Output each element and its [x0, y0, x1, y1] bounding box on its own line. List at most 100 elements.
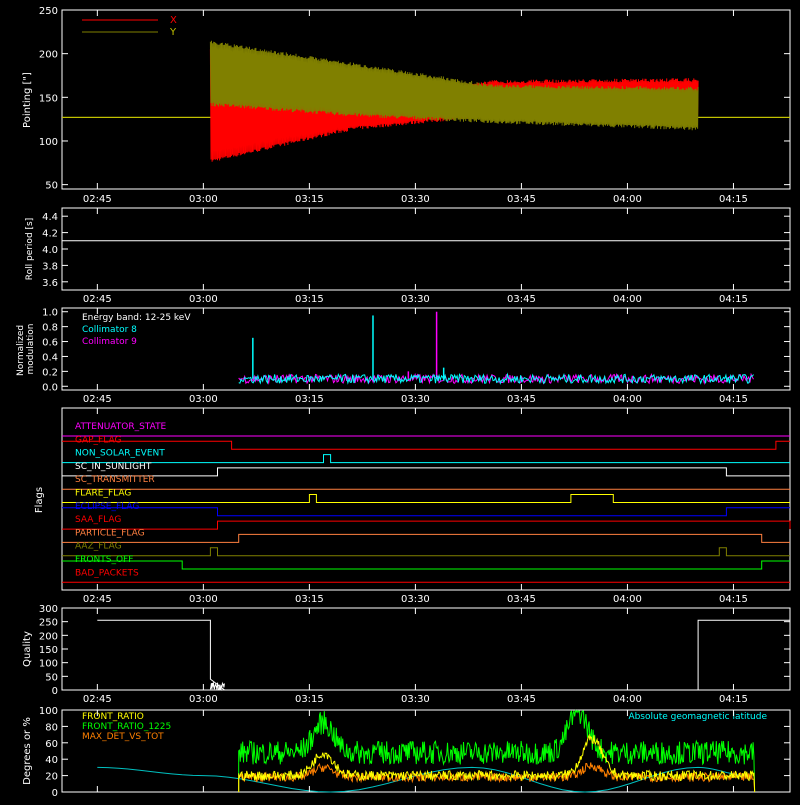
y-tick-label: 250: [39, 6, 58, 17]
y-tick-label: 0: [52, 686, 58, 697]
x-tick-label: 03:15: [295, 594, 324, 605]
x-tick-label: 04:15: [719, 694, 748, 705]
x-tick-label: 04:15: [719, 194, 748, 205]
y-axis-label-line1: Normalized: [16, 325, 26, 376]
panel-frame: [61, 407, 791, 591]
y-tick-label: 150: [39, 93, 58, 104]
x-tick-label: 03:30: [401, 294, 430, 305]
quality-line: [97, 619, 790, 691]
x-tick-label: 03:45: [507, 194, 536, 205]
x-tick-label: 03:30: [401, 694, 430, 705]
y-tick-label: 200: [39, 50, 58, 61]
x-tick-label: 03:30: [401, 594, 430, 605]
x-tick-label: 03:15: [295, 694, 324, 705]
legend-label-x: X: [170, 15, 177, 26]
y-tick-label: 80: [45, 722, 58, 733]
x-tick-label: 04:00: [613, 394, 642, 405]
flag-label: SC_TRANSMITTER: [75, 475, 155, 485]
x-tick-label: 04:00: [613, 194, 642, 205]
x-tick-label: 02:45: [83, 594, 112, 605]
panel-modulation: Normalized modulation 0.0 0.2 0.4 0.6 0.8 1.0…: [16, 307, 791, 405]
x-tick-label: 03:45: [507, 594, 536, 605]
y-tick-label: 100: [39, 659, 58, 670]
flag-label: FRONTS_OFF: [75, 555, 133, 565]
legend-label-front-ratio: FRONT_RATIO: [82, 712, 144, 722]
x-tick-label: 04:15: [719, 394, 748, 405]
x-tick-label: 03:15: [295, 194, 324, 205]
y-tick-label: 0.2: [42, 367, 58, 378]
y-axis-label: Degrees or %: [22, 717, 33, 785]
y-tick-label: 3.8: [42, 261, 58, 272]
series-layer: [62, 40, 790, 162]
panel-flags: Flags 02:45 03:00 03:15 03:30 03:45 04:00 04:1…: [34, 407, 791, 605]
y-tick-label: 4.0: [42, 245, 58, 256]
y-tick-label: 150: [39, 645, 58, 656]
legend-label-collimator-9: Collimator 9: [82, 337, 137, 347]
x-tick-label: 03:15: [295, 294, 324, 305]
x-tick-label: 02:45: [83, 294, 112, 305]
y-tick-label: 300: [39, 604, 58, 615]
flag-line: [62, 560, 790, 570]
y-tick-label: 200: [39, 631, 58, 642]
figure-canvas: Pointing ["] 50100150200250 02:45 03:00 03…: [16, 6, 791, 799]
flag-line: [62, 494, 790, 503]
y-tick-label: 4.4: [42, 212, 58, 223]
legend: X Y: [82, 15, 177, 38]
legend-label-y: Y: [169, 27, 177, 38]
y-tick-label: 100: [39, 137, 58, 148]
flag-line: [62, 467, 790, 477]
panel-quality: Quality 0 50 100 150 200 250 300 02:45 03:00 03:…: [22, 604, 791, 705]
y-tick-label: 50: [45, 181, 58, 192]
x-tick-label: 03:15: [295, 394, 324, 405]
y-tick-label: 250: [39, 618, 58, 629]
x-tick-label: 02:45: [83, 394, 112, 405]
x-tick-label: 04:00: [613, 294, 642, 305]
y-tick-label: 40: [45, 755, 58, 766]
y-tick-label: 0.8: [42, 323, 58, 334]
x-tick-label: 03:00: [189, 394, 218, 405]
y-ticks: 0 50 100 150 200 250 300: [39, 604, 790, 697]
panel-front-ratio: Degrees or % 0 20 40 60 80 100 FRONT_RATIO FR…: [22, 706, 791, 799]
y-tick-label: 60: [45, 739, 58, 750]
panel-pointing: Pointing ["] 50 100 150 200 250 02:45 03:00 03…: [22, 6, 791, 205]
flag-label: NON_SOLAR_EVENT: [75, 449, 165, 459]
y-tick-label: 50: [45, 672, 58, 683]
flag-line: [62, 507, 790, 517]
x-tick-label: 04:00: [613, 694, 642, 705]
y-ticks: 3.6 3.8 4.0 4.2 4.4: [42, 212, 790, 289]
legend-label-max-det-vs-tot: MAX_DET_VS_TOT: [82, 732, 164, 742]
x-tick-label: 04:15: [719, 294, 748, 305]
x-ticks: 02:45 03:00 03:15 03:30 03:45 04:00 04:15: [83, 194, 748, 205]
y-axis-label: Quality: [22, 631, 33, 667]
x-tick-label: 04:00: [613, 594, 642, 605]
x-ticks: 02:45 03:00 03:15 03:30 03:45 04:00 04:15: [83, 294, 748, 305]
flag-line: [62, 547, 790, 557]
panel-roll-period: Roll period [s] 3.6 3.8 4.0 4.2 4.4 02:45 03:…: [25, 207, 791, 305]
flag-label: FLARE_FLAG: [75, 489, 131, 499]
y-axis-label: Pointing ["]: [22, 72, 33, 128]
flag-lines: ATTENUATOR_STATE GAP_FLAG NON_SOLAR_EVENT S…: [62, 422, 791, 583]
legend-label-front-ratio-1225: FRONT_RATIO_1225: [82, 722, 171, 732]
x-ticks: 02:45 03:00 03:15 03:30 03:45 04:00 04:15: [83, 594, 748, 605]
x-tick-label: 02:45: [83, 194, 112, 205]
y-tick-label: 1.0: [42, 308, 58, 319]
flag-line: [62, 454, 790, 464]
x-tick-label: 03:00: [189, 594, 218, 605]
y-tick-label: 20: [45, 772, 58, 783]
flag-label: SC_IN_SUNLIGHT: [75, 462, 152, 472]
series-layer: [238, 311, 754, 386]
flag-label: ATTENUATOR_STATE: [75, 422, 167, 432]
x-ticks: 02:45 03:00 03:15 03:30 03:45 04:00 04:15: [83, 394, 748, 405]
flag-label: SAA_FLAG: [75, 515, 121, 525]
flag-label: PARTICLE_FLAG: [75, 528, 145, 538]
x-tick-label: 03:45: [507, 694, 536, 705]
x-tick-label: 03:00: [189, 294, 218, 305]
flag-label: BAD_PACKETS: [75, 568, 139, 578]
y-axis-label: Flags: [34, 487, 45, 513]
series-collimator-8-line: [238, 372, 754, 385]
flag-line: [62, 520, 791, 530]
x-tick-label: 03:45: [507, 294, 536, 305]
x-tick-label: 03:30: [401, 394, 430, 405]
y-axis-label-line2: modulation: [26, 324, 36, 375]
flag-line: [62, 440, 790, 450]
